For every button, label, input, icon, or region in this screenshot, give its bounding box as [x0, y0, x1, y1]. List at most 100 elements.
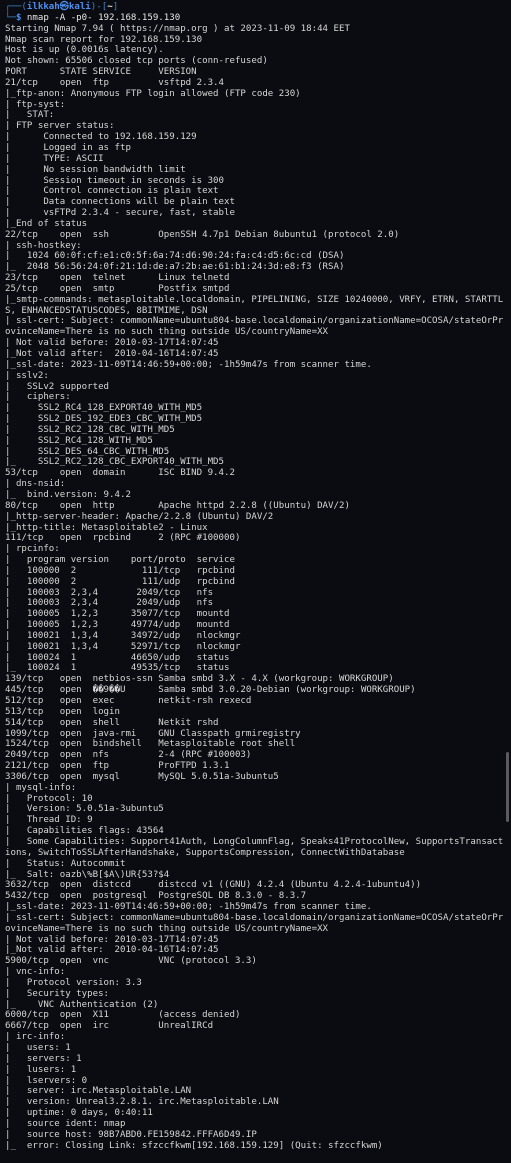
output-line: | Some Capabilities: Support41Auth, Long… — [5, 836, 504, 858]
output-line: | Session timeout in seconds is 300 — [5, 175, 224, 186]
prompt-user: ilkkah — [26, 2, 60, 12]
output-line: |_Not valid after: 2010-04-16T14:07:45 — [5, 945, 219, 956]
output-line: | servers: 1 — [5, 1053, 82, 1064]
output-line: | ssl-cert: Subject: commonName=ubuntu80… — [5, 316, 504, 338]
output-line: | STAT: — [5, 110, 55, 121]
prompt-dollar: $ — [15, 12, 27, 23]
output-line: | Control connection is plain text — [5, 186, 219, 197]
output-line: |_ SSL2_RC2_128_CBC_EXPORT40_WITH_MD5 — [5, 457, 224, 468]
output-line: | Status: Autocommit — [5, 858, 126, 869]
output-line: | SSL2_RC2_128_CBC_WITH_MD5 — [5, 424, 175, 435]
output-line: | source host: 98B7ABD0.FE159842.FFFA6D4… — [5, 1129, 257, 1140]
prompt-at-symbol: ㉿ — [59, 2, 69, 12]
scrollbar-thumb[interactable] — [506, 752, 509, 822]
output-line: | 100000 2 111/tcp rpcbind — [5, 565, 235, 576]
output-line: PORT STATE SERVICE VERSION — [5, 67, 197, 78]
output-line: | rpcinfo: — [5, 544, 60, 555]
prompt-corner-top: ┌──( — [5, 2, 27, 12]
output-line: | SSLv2 supported — [5, 381, 110, 392]
output-line: | 1024 60:0f:cf:e1:c0:5f:6a:74:d6:90:24:… — [5, 251, 345, 262]
output-line: 514/tcp open shell Netkit rshd — [5, 717, 219, 728]
output-line: | ftp-syst: — [5, 99, 66, 110]
output-line: | Connected to 192.168.159.129 — [5, 132, 197, 143]
output-line: | SSL2_RC4_128_EXPORT40_WITH_MD5 — [5, 403, 203, 414]
output-line: Host is up (0.0016s latency). — [5, 45, 164, 56]
output-line: 1524/tcp open bindshell Metasploitable r… — [5, 739, 296, 750]
output-line: 80/tcp open http Apache httpd 2.2.8 ((Ub… — [5, 500, 350, 511]
output-line: | No session bandwidth limit — [5, 164, 186, 175]
command-text: nmap -A -p0- 192.168.159.130 — [26, 12, 181, 23]
output-line: | Capabilities flags: 43564 — [5, 826, 164, 837]
prompt-corner-bottom: └─ — [5, 12, 16, 23]
terminal-window[interactable]: ┌──(ilkkah㉿kali)-[~] └─$ nmap -A -p0- 19… — [0, 0, 511, 1163]
output-line: | 100021 1,3,4 52971/tcp nlockmgr — [5, 641, 241, 652]
output-line: 3632/tcp open distccd distccd v1 ((GNU) … — [5, 880, 422, 891]
output-line: | vsFTPd 2.3.4 - secure, fast, stable — [5, 208, 235, 219]
output-line: 23/tcp open telnet Linux telnetd — [5, 273, 230, 284]
prompt-bracket-mid: )-[ — [90, 2, 108, 12]
output-line: |_ssl-date: 2023-11-09T14:46:59+00:00; -… — [5, 902, 372, 913]
output-line: | server: irc.Metasploitable.LAN — [5, 1086, 192, 1097]
output-line: | program version port/proto service — [5, 555, 235, 566]
output-line: |_ VNC Authentication (2) — [5, 999, 159, 1010]
output-line: 513/tcp open login — [5, 706, 120, 717]
output-line: | sslv2: — [5, 370, 49, 381]
prompt-line-1: ┌──(ilkkah㉿kali)-[~] — [5, 2, 505, 13]
output-line: | Security types: — [5, 988, 110, 999]
output-line: | source ident: nmap — [5, 1118, 126, 1129]
output-line: | dns-nsid: — [5, 479, 66, 490]
prompt-line-2: └─$ nmap -A -p0- 192.168.159.130 — [5, 13, 505, 24]
output-line: |_ 100024 1 49535/tcp status — [5, 663, 230, 674]
output-line: |_http-server-header: Apache/2.2.8 (Ubun… — [5, 511, 274, 522]
output-line: |_End of status — [5, 218, 88, 229]
output-line: | vnc-info: — [5, 967, 66, 978]
output-line: | ciphers: — [5, 392, 71, 403]
output-line: 6667/tcp open irc UnrealIRCd — [5, 1021, 214, 1032]
output-line: | 100005 1,2,3 35077/tcp mountd — [5, 609, 230, 620]
output-line: |_http-title: Metasploitable2 - Linux — [5, 522, 208, 533]
output-line: | Data connections will be plain text — [5, 197, 235, 208]
command-output: Starting Nmap 7.94 ( https://nmap.org ) … — [5, 24, 505, 1152]
output-line: | irc-info: — [5, 1032, 66, 1043]
output-line: 21/tcp open ftp vsftpd 2.3.4 — [5, 77, 224, 88]
output-line: | mysql-info: — [5, 782, 77, 793]
output-line: | ssl-cert: Subject: commonName=ubuntu80… — [5, 912, 504, 934]
output-line: 5900/tcp open vnc VNC (protocol 3.3) — [5, 956, 257, 967]
output-line: | lservers: 0 — [5, 1075, 88, 1086]
output-line: 22/tcp open ssh OpenSSH 4.7p1 Debian 8ub… — [5, 229, 400, 240]
output-line: | SSL2_DES_64_CBC_WITH_MD5 — [5, 446, 170, 457]
output-line: | users: 1 — [5, 1043, 71, 1053]
output-line: | SSL2_RC4_128_WITH_MD5 — [5, 435, 153, 446]
output-line: |_ssl-date: 2023-11-09T14:46:59+00:00; -… — [5, 359, 372, 370]
output-line: | 100003 2,3,4 2049/tcp nfs — [5, 587, 214, 598]
prompt-bracket-end: ] — [112, 2, 119, 12]
output-line: | FTP server status: — [5, 121, 115, 132]
output-line: | lusers: 1 — [5, 1064, 77, 1075]
output-line: 139/tcp open netbios-ssn Samba smbd 3.X … — [5, 674, 394, 685]
output-line: |_ error: Closing Link: sfzccfkwm[192.16… — [5, 1140, 383, 1151]
output-line: |_smtp-commands: metasploitable.localdom… — [5, 294, 504, 316]
output-line: | Thread ID: 9 — [5, 815, 93, 826]
output-line: |_Not valid after: 2010-04-16T14:07:45 — [5, 349, 219, 359]
output-line: | TYPE: ASCII — [5, 153, 104, 164]
output-line: 25/tcp open smtp Postfix smtpd — [5, 283, 230, 294]
output-line: | version: Unreal3.2.8.1. irc.Metasploit… — [5, 1097, 279, 1108]
output-line: | Protocol version: 3.3 — [5, 977, 142, 988]
output-line: | 100005 1,2,3 49774/udp mountd — [5, 620, 230, 631]
output-line: 445/tcp open ��9��U Samba smbd 3.0.20-De… — [5, 685, 416, 696]
output-line: 3306/tcp open mysql MySQL 5.0.51a-3ubunt… — [5, 771, 279, 782]
output-line: 5432/tcp open postgresql PostgreSQL DB 8… — [5, 891, 307, 902]
output-line: 111/tcp open rpcbind 2 (RPC #100000) — [5, 533, 241, 544]
output-line: | uptime: 0 days, 0:40:11 — [5, 1108, 153, 1119]
output-line: 512/tcp open exec netkit-rsh rexecd — [5, 696, 252, 706]
output-line: 2049/tcp open nfs 2-4 (RPC #100003) — [5, 750, 252, 761]
output-line: |_ Salt: oazb\%B[$A\)UR{53?$4 — [5, 869, 170, 880]
output-line: 6000/tcp open X11 (access denied) — [5, 1010, 241, 1021]
output-line: Starting Nmap 7.94 ( https://nmap.org ) … — [5, 23, 350, 34]
output-line: | 100021 1,3,4 34972/udp nlockmgr — [5, 630, 241, 641]
output-line: | Not valid before: 2010-03-17T14:07:45 — [5, 338, 219, 349]
output-line: Not shown: 65506 closed tcp ports (conn-… — [5, 56, 268, 67]
output-line: | SSL2_DES_192_EDE3_CBC_WITH_MD5 — [5, 414, 203, 425]
output-line: 53/tcp open domain ISC BIND 9.4.2 — [5, 468, 235, 479]
output-line: | Not valid before: 2010-03-17T14:07:45 — [5, 934, 219, 945]
